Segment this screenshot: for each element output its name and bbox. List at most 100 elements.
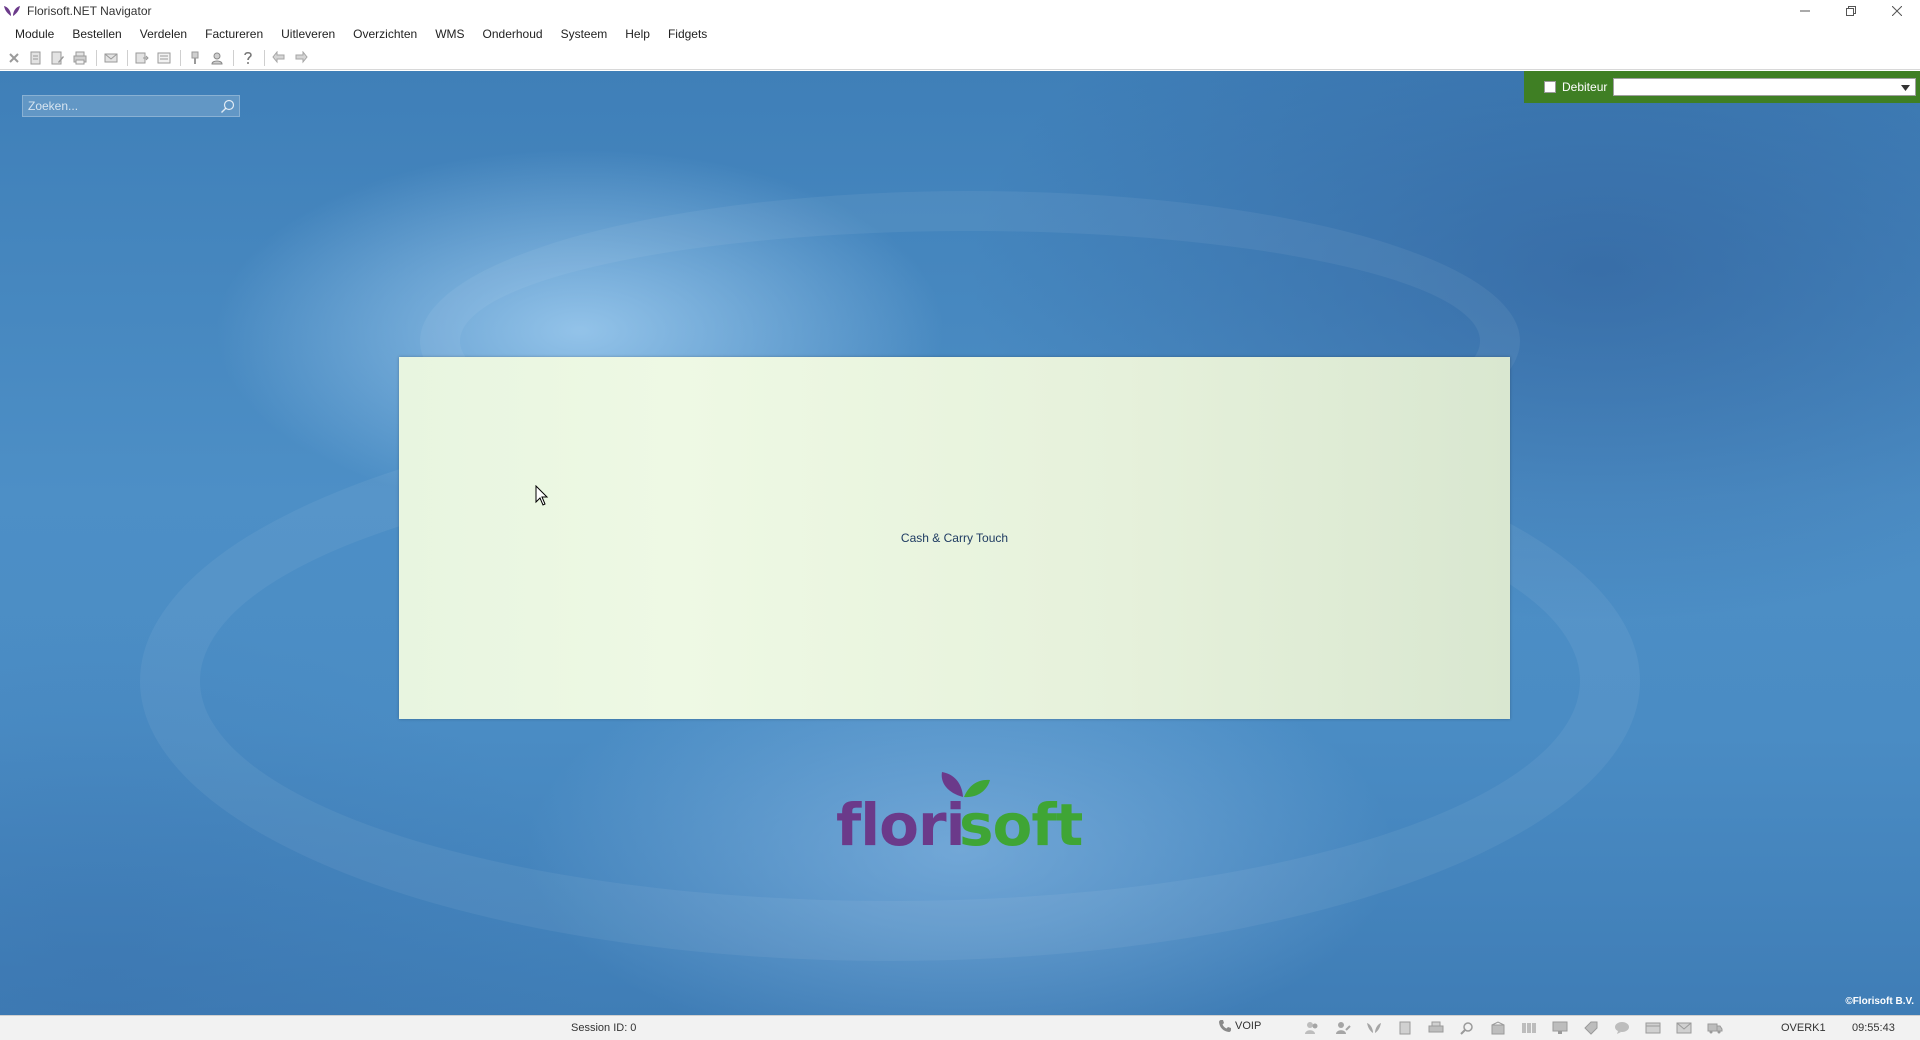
toolbar-separator xyxy=(96,49,97,66)
status-building-button[interactable] xyxy=(1489,1019,1507,1037)
users-icon xyxy=(1305,1022,1318,1034)
menu-systeem[interactable]: Systeem xyxy=(552,22,617,46)
status-monitor-button[interactable] xyxy=(1551,1019,1569,1037)
printer-icon xyxy=(1428,1021,1444,1033)
toolbar-help-button[interactable] xyxy=(238,48,258,68)
toolbar-forward-button[interactable] xyxy=(291,48,311,68)
svg-text:soft: soft xyxy=(959,791,1082,851)
user-icon xyxy=(211,52,223,64)
florisoft-leaf-icon xyxy=(4,6,20,16)
toolbar-separator xyxy=(180,49,181,66)
status-bar: Session ID: 0 VOIP OVERK1 09:55:43 xyxy=(0,1015,1920,1040)
clock-time: 09:55:43 xyxy=(1852,1022,1895,1034)
toolbar-new-button[interactable] xyxy=(26,48,46,68)
cash-carry-touch-tile[interactable]: Cash & Carry Touch xyxy=(399,357,1510,719)
menu-uitleveren[interactable]: Uitleveren xyxy=(272,22,344,46)
tile-label: Cash & Carry Touch xyxy=(900,531,1009,545)
printer-icon xyxy=(73,51,87,64)
truck-icon xyxy=(1707,1023,1723,1034)
debiteur-dropdown[interactable] xyxy=(1613,78,1917,96)
toolbar-edit-button[interactable] xyxy=(48,48,68,68)
pin-icon xyxy=(191,51,199,64)
document-edit-icon xyxy=(51,51,64,64)
contacts-icon xyxy=(1336,1022,1351,1034)
arrow-forward-icon xyxy=(295,50,308,63)
toolbar-back-button[interactable] xyxy=(269,48,289,68)
svg-text:flori: flori xyxy=(836,791,964,851)
question-mark-icon xyxy=(244,51,252,64)
menu-overzichten[interactable]: Overzichten xyxy=(344,22,426,46)
close-button[interactable] xyxy=(1874,0,1920,22)
status-icons xyxy=(1303,1019,1737,1037)
voip-label: VOIP xyxy=(1235,1020,1262,1032)
close-icon xyxy=(1892,6,1902,16)
building-icon xyxy=(1491,1021,1505,1035)
toolbar-user-button[interactable] xyxy=(207,48,227,68)
monitor-icon xyxy=(1552,1021,1568,1034)
toolbar-close-button[interactable] xyxy=(4,48,24,68)
search-box xyxy=(22,95,240,117)
status-contacts-button[interactable] xyxy=(1334,1019,1352,1037)
user-code: OVERK1 xyxy=(1781,1022,1826,1034)
menu-onderhoud[interactable]: Onderhoud xyxy=(474,22,552,46)
toolbar-separator xyxy=(127,49,128,66)
menu-verdelen[interactable]: Verdelen xyxy=(131,22,196,46)
search-icon[interactable] xyxy=(220,99,235,114)
desktop-area: Debiteur Cash & Carry Touch flori soft ©… xyxy=(0,71,1920,1015)
magnifier-icon xyxy=(1460,1022,1473,1035)
florisoft-leaf-icon xyxy=(1367,1023,1381,1033)
search-input[interactable] xyxy=(28,99,208,113)
toolbar-separator xyxy=(264,49,265,66)
mail-icon xyxy=(104,53,118,62)
debiteur-checkbox[interactable] xyxy=(1544,81,1556,93)
minimize-button[interactable] xyxy=(1782,0,1828,22)
restore-icon xyxy=(1846,6,1856,16)
status-tag-button[interactable] xyxy=(1582,1019,1600,1037)
debiteur-label: Debiteur xyxy=(1562,80,1608,94)
menu-help[interactable]: Help xyxy=(616,22,659,46)
toolbar-list-button[interactable] xyxy=(154,48,174,68)
debiteur-panel: Debiteur xyxy=(1524,71,1920,103)
toolbar xyxy=(0,46,1920,70)
chat-icon xyxy=(1615,1022,1629,1034)
title-bar: Florisoft.NET Navigator xyxy=(0,0,1920,22)
close-x-icon xyxy=(9,52,19,63)
status-card-button[interactable] xyxy=(1644,1019,1662,1037)
barcode-icon xyxy=(1522,1023,1536,1033)
status-florisoft-button[interactable] xyxy=(1365,1019,1383,1037)
menu-factureren[interactable]: Factureren xyxy=(196,22,272,46)
mail-icon xyxy=(1676,1022,1692,1034)
tag-icon xyxy=(1584,1021,1598,1035)
document-icon xyxy=(1399,1021,1411,1035)
session-id: Session ID: 0 xyxy=(571,1022,637,1034)
card-icon xyxy=(1645,1022,1661,1034)
copyright-text: ©Florisoft B.V. xyxy=(1845,996,1914,1007)
restore-button[interactable] xyxy=(1828,0,1874,22)
toolbar-pin-button[interactable] xyxy=(185,48,205,68)
toolbar-print-button[interactable] xyxy=(70,48,90,68)
toolbar-separator xyxy=(233,49,234,66)
menu-fidgets[interactable]: Fidgets xyxy=(659,22,716,46)
menu-wms[interactable]: WMS xyxy=(426,22,473,46)
menu-bar: Module Bestellen Verdelen Factureren Uit… xyxy=(0,22,1920,46)
toolbar-export-button[interactable] xyxy=(132,48,152,68)
voip-button[interactable]: VOIP xyxy=(1218,1019,1261,1033)
arrow-back-icon xyxy=(272,50,285,63)
status-mail-button[interactable] xyxy=(1675,1019,1693,1037)
status-chat-button[interactable] xyxy=(1613,1019,1631,1037)
status-truck-button[interactable] xyxy=(1706,1019,1724,1037)
status-search-button[interactable] xyxy=(1458,1019,1476,1037)
status-document-button[interactable] xyxy=(1396,1019,1414,1037)
menu-bestellen[interactable]: Bestellen xyxy=(63,22,130,46)
toolbar-mail-button[interactable] xyxy=(101,48,121,68)
list-icon xyxy=(157,52,171,63)
status-barcode-button[interactable] xyxy=(1520,1019,1538,1037)
florisoft-logo: flori soft xyxy=(836,772,1082,851)
status-print-button[interactable] xyxy=(1427,1019,1445,1037)
window-controls xyxy=(1782,0,1920,22)
status-users-button[interactable] xyxy=(1303,1019,1321,1037)
chevron-down-icon xyxy=(1901,85,1911,91)
window-title: Florisoft.NET Navigator xyxy=(27,4,152,18)
menu-module[interactable]: Module xyxy=(6,22,63,46)
mouse-cursor-icon xyxy=(535,485,549,506)
